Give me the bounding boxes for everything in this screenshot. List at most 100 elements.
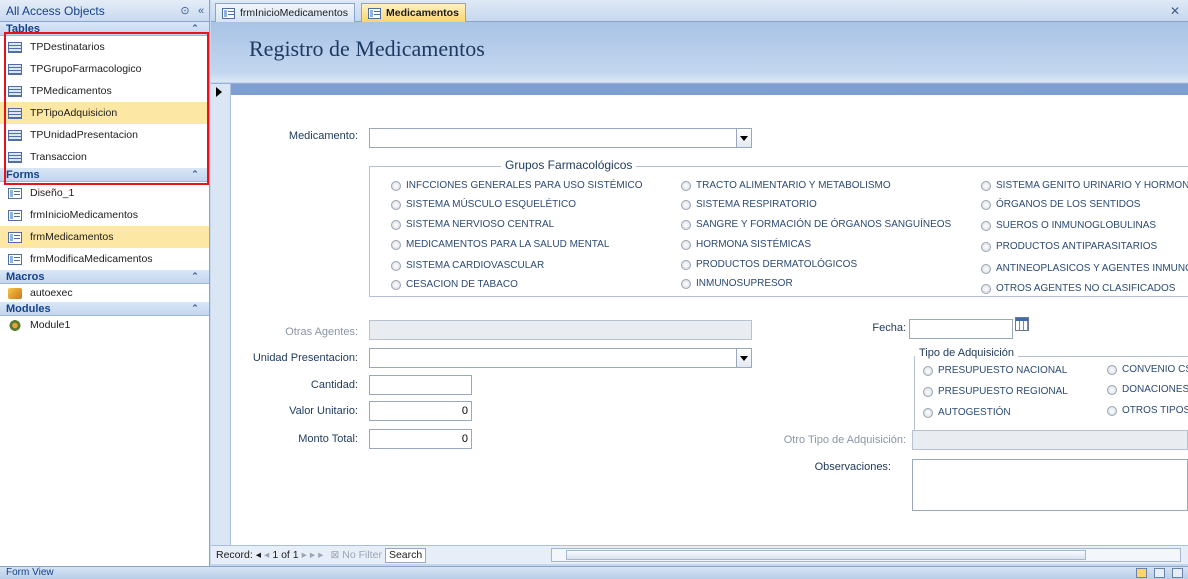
radio-icon[interactable] bbox=[681, 180, 691, 191]
radio-icon[interactable] bbox=[981, 263, 991, 274]
radio-icon[interactable] bbox=[923, 365, 933, 376]
option-grupo[interactable]: SANGRE Y FORMACIÓN DE ÓRGANOS SANGUÍNEOS bbox=[681, 219, 951, 230]
nav-item-module1[interactable]: Module1 bbox=[0, 316, 209, 334]
option-grupo[interactable]: ÓRGANOS DE LOS SENTIDOS bbox=[981, 199, 1140, 210]
last-record-icon[interactable]: ▸ bbox=[310, 549, 315, 561]
option-grupo[interactable]: INFCCIONES GENERALES PARA USO SISTÉMICO bbox=[391, 180, 643, 191]
nav-item-tptipoadquisicion[interactable]: TPTipoAdquisicion bbox=[0, 102, 209, 124]
option-tipo[interactable]: CONVENIO CS bbox=[1107, 364, 1188, 375]
radio-icon[interactable] bbox=[981, 180, 991, 191]
option-tipo[interactable]: AUTOGESTIÓN bbox=[923, 407, 1011, 418]
otras-agentes-field[interactable] bbox=[369, 320, 752, 340]
shutter-bar-close-icon[interactable]: « bbox=[193, 5, 209, 17]
layout-view-icon[interactable] bbox=[1154, 568, 1165, 578]
radio-icon[interactable] bbox=[391, 199, 401, 210]
dropdown-icon[interactable] bbox=[736, 349, 751, 367]
option-tipo[interactable]: OTROS TIPOS bbox=[1107, 405, 1188, 416]
nav-item-frmmodificamedicamentos[interactable]: frmModificaMedicamentos bbox=[0, 248, 209, 270]
nav-item-tpunidadpresentacion[interactable]: TPUnidadPresentacion bbox=[0, 124, 209, 146]
search-box[interactable]: Search bbox=[384, 547, 427, 563]
next-record-icon[interactable]: ▸ bbox=[302, 549, 307, 561]
option-grupo[interactable]: CESACION DE TABACO bbox=[391, 279, 518, 290]
calendar-icon[interactable] bbox=[1015, 317, 1029, 331]
option-grupo[interactable]: PRODUCTOS DERMATOLÓGICOS bbox=[681, 259, 857, 270]
collapse-icon[interactable]: ⌃ bbox=[181, 23, 209, 34]
option-grupo[interactable]: SUEROS O INMUNOGLOBULINAS bbox=[981, 220, 1156, 231]
record-position[interactable]: 1 of 1 bbox=[272, 549, 298, 561]
medicamento-combo[interactable] bbox=[369, 128, 752, 148]
tab-medicamentos[interactable]: Medicamentos bbox=[361, 3, 466, 22]
radio-icon[interactable] bbox=[681, 239, 691, 250]
nav-item-autoexec[interactable]: autoexec bbox=[0, 284, 209, 302]
option-tipo[interactable]: PRESUPUESTO REGIONAL bbox=[923, 386, 1068, 397]
group-tables[interactable]: Tables ⌃ bbox=[0, 22, 209, 36]
radio-icon[interactable] bbox=[1107, 364, 1117, 375]
radio-icon[interactable] bbox=[981, 283, 991, 294]
radio-icon[interactable] bbox=[391, 219, 401, 230]
nav-item-tpdestinatarios[interactable]: TPDestinatarios bbox=[0, 36, 209, 58]
radio-icon[interactable] bbox=[923, 386, 933, 397]
no-filter-button[interactable]: No Filter bbox=[342, 549, 382, 561]
radio-icon[interactable] bbox=[391, 260, 401, 271]
radio-icon[interactable] bbox=[981, 220, 991, 231]
radio-icon[interactable] bbox=[923, 407, 933, 418]
option-grupo[interactable]: PRODUCTOS ANTIPARASITARIOS bbox=[981, 241, 1157, 252]
design-view-icon[interactable] bbox=[1172, 568, 1183, 578]
observaciones-field[interactable] bbox=[912, 459, 1188, 511]
option-tipo[interactable]: DONACIONES bbox=[1107, 384, 1188, 395]
valor-unitario-field[interactable]: 0 bbox=[369, 401, 472, 421]
radio-icon[interactable] bbox=[391, 180, 401, 191]
nav-menu-icon[interactable]: ⊙ bbox=[177, 4, 193, 17]
group-macros[interactable]: Macros ⌃ bbox=[0, 270, 209, 284]
fecha-field[interactable] bbox=[909, 319, 1013, 339]
close-icon[interactable]: ✕ bbox=[1170, 4, 1180, 18]
radio-icon[interactable] bbox=[681, 278, 691, 289]
tab-frminiciomedicamentos[interactable]: frmInicioMedicamentos bbox=[215, 3, 355, 22]
scroll-thumb[interactable] bbox=[566, 550, 1086, 560]
group-forms[interactable]: Forms ⌃ bbox=[0, 168, 209, 182]
previous-record-icon[interactable]: ◂ bbox=[264, 549, 269, 561]
option-grupo[interactable]: INMUNOSUPRESOR bbox=[681, 278, 793, 289]
nav-title[interactable]: All Access Objects bbox=[6, 4, 177, 18]
radio-icon[interactable] bbox=[391, 239, 401, 250]
radio-icon[interactable] bbox=[1107, 384, 1117, 395]
horizontal-scrollbar[interactable] bbox=[551, 548, 1181, 562]
new-record-icon[interactable]: ▸ bbox=[318, 549, 323, 561]
option-grupo[interactable]: SISTEMA CARDIOVASCULAR bbox=[391, 260, 544, 271]
option-grupo[interactable]: ANTINEOPLASICOS Y AGENTES INMUNOL bbox=[981, 263, 1188, 274]
first-record-icon[interactable]: ◂ bbox=[256, 549, 261, 561]
group-modules[interactable]: Modules ⌃ bbox=[0, 302, 209, 316]
record-selector[interactable] bbox=[211, 84, 231, 545]
collapse-icon[interactable]: ⌃ bbox=[181, 271, 209, 282]
option-grupo[interactable]: SISTEMA RESPIRATORIO bbox=[681, 199, 817, 210]
dropdown-icon[interactable] bbox=[736, 129, 751, 147]
option-grupo[interactable]: MEDICAMENTOS PARA LA SALUD MENTAL bbox=[391, 239, 609, 250]
radio-icon[interactable] bbox=[681, 199, 691, 210]
option-grupo[interactable]: SISTEMA NERVIOSO CENTRAL bbox=[391, 219, 554, 230]
collapse-icon[interactable]: ⌃ bbox=[181, 303, 209, 314]
radio-icon[interactable] bbox=[1107, 405, 1117, 416]
nav-item-transaccion[interactable]: Transaccion bbox=[0, 146, 209, 168]
nav-item-frmmedicamentos[interactable]: frmMedicamentos bbox=[0, 226, 209, 248]
otro-tipo-adquisicion-field[interactable] bbox=[912, 430, 1188, 450]
option-grupo[interactable]: SISTEMA MÚSCULO ESQUELÉTICO bbox=[391, 199, 576, 210]
radio-icon[interactable] bbox=[681, 259, 691, 270]
nav-item-diseno-1[interactable]: Diseño_1 bbox=[0, 182, 209, 204]
collapse-icon[interactable]: ⌃ bbox=[181, 169, 209, 180]
option-grupo[interactable]: TRACTO ALIMENTARIO Y METABOLISMO bbox=[681, 180, 891, 191]
nav-item-tpgrupofarmacologico[interactable]: TPGrupoFarmacologico bbox=[0, 58, 209, 80]
radio-icon[interactable] bbox=[391, 279, 401, 290]
radio-icon[interactable] bbox=[681, 219, 691, 230]
monto-total-field[interactable]: 0 bbox=[369, 429, 472, 449]
nav-header[interactable]: All Access Objects ⊙ « bbox=[0, 0, 209, 22]
form-view-icon[interactable] bbox=[1136, 568, 1147, 578]
option-grupo[interactable]: SISTEMA GENITO URINARIO Y HORMONA bbox=[981, 180, 1188, 191]
nav-item-tpmedicamentos[interactable]: TPMedicamentos bbox=[0, 80, 209, 102]
option-tipo[interactable]: PRESUPUESTO NACIONAL bbox=[923, 365, 1067, 376]
cantidad-field[interactable] bbox=[369, 375, 472, 395]
nav-item-frminiciomedicamentos[interactable]: frmInicioMedicamentos bbox=[0, 204, 209, 226]
option-grupo[interactable]: OTROS AGENTES NO CLASIFICADOS bbox=[981, 283, 1175, 294]
option-grupo[interactable]: HORMONA SISTÉMICAS bbox=[681, 239, 811, 250]
radio-icon[interactable] bbox=[981, 241, 991, 252]
unidad-presentacion-combo[interactable] bbox=[369, 348, 752, 368]
